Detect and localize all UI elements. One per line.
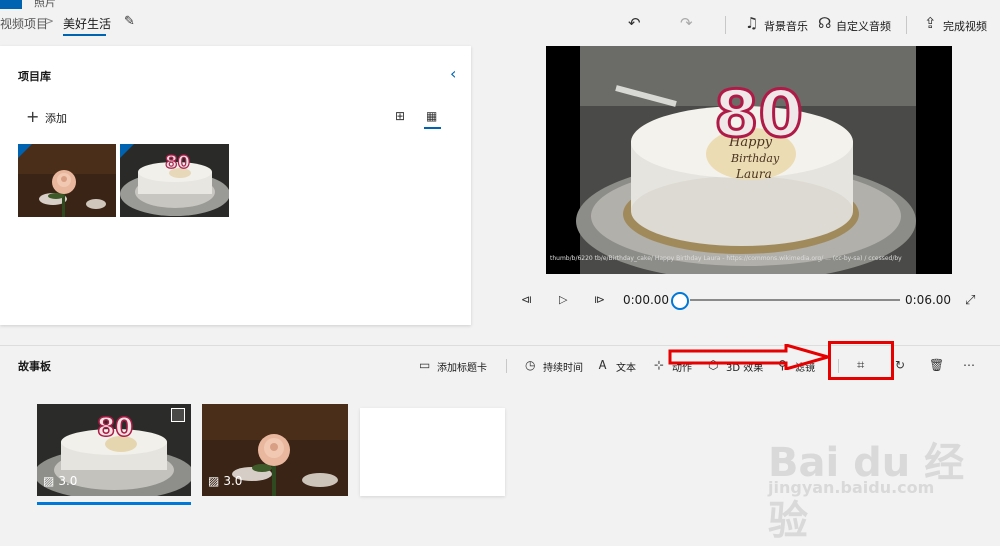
storyboard-clip-cake[interactable]: 80 ▨ 3.0: [37, 404, 191, 496]
motion-icon: ⊹: [654, 358, 665, 372]
selected-clip-indicator: [37, 502, 191, 505]
clock-icon: ◷: [525, 358, 536, 372]
current-time: 0:00.00: [623, 293, 670, 307]
image-icon: ▨: [43, 474, 55, 488]
view-selected-underline: [424, 127, 441, 129]
image-attribution-caption: thumb/b/6220 tb/e/Birthday_cake/ Happy B…: [550, 255, 902, 262]
svg-text:80: 80: [165, 152, 190, 173]
fullscreen-expand-icon[interactable]: ⤢: [965, 293, 975, 308]
storyboard-clip-rose[interactable]: ▨ 3.0: [202, 404, 348, 496]
toolbar-separator: [506, 359, 507, 373]
back-button[interactable]: [0, 0, 22, 9]
previous-frame-icon[interactable]: ⧏: [521, 293, 532, 306]
rotate-icon[interactable]: ↻: [895, 358, 905, 372]
text-button[interactable]: 文本: [616, 359, 636, 374]
library-thumb-rose[interactable]: [18, 144, 116, 217]
breadcrumb-previous[interactable]: 视频项目: [0, 15, 48, 32]
add-title-card-button[interactable]: 添加标题卡: [437, 359, 487, 374]
library-thumb-cake[interactable]: 80: [120, 144, 229, 217]
delete-trash-icon[interactable]: 🗑: [929, 358, 944, 372]
breadcrumb-current: 美好生活: [63, 17, 112, 31]
duration-button[interactable]: 持续时间: [543, 359, 583, 374]
clip-duration: ▨ 3.0: [208, 474, 242, 488]
background-music-button[interactable]: 背景音乐: [764, 18, 808, 34]
more-options-icon[interactable]: ⋯: [963, 358, 975, 372]
finish-video-button[interactable]: 完成视频: [943, 18, 987, 34]
baidu-watermark-url: jingyan.baidu.com: [768, 478, 935, 497]
selected-corner-badge: [18, 144, 32, 158]
breadcrumb-separator: >: [44, 14, 55, 28]
text-icon: Ꭺ: [599, 358, 608, 372]
preview-cake-image: Happy Birthday Laura 80: [546, 46, 952, 274]
custom-audio-button[interactable]: 自定义音频: [836, 18, 891, 34]
export-icon: ⇪: [924, 14, 937, 32]
toolbar-separator: [725, 16, 726, 34]
toolbar-separator: [906, 16, 907, 34]
total-time: 0:06.00: [905, 293, 952, 307]
selected-corner-badge: [120, 144, 134, 158]
next-frame-icon[interactable]: ⧐: [594, 293, 605, 306]
annotation-arrow: [668, 344, 830, 370]
rose-image: [18, 144, 116, 217]
seek-handle[interactable]: [671, 292, 689, 310]
custom-audio-icon: ☊: [818, 14, 832, 32]
rename-pencil-icon[interactable]: ✎: [124, 14, 135, 29]
play-icon[interactable]: ▷: [559, 293, 567, 306]
large-grid-view-icon[interactable]: ⊞: [395, 109, 405, 123]
music-note-icon: ♫: [745, 14, 759, 32]
clip-duration-value: 3.0: [58, 474, 78, 488]
storyboard-empty-slot[interactable]: [360, 408, 505, 496]
image-icon: ▨: [208, 474, 220, 488]
clip-duration: ▨ 3.0: [43, 474, 77, 488]
storyboard-title: 故事板: [18, 360, 51, 373]
annotation-highlight-box: [828, 341, 894, 380]
add-plus-icon[interactable]: +: [26, 107, 39, 126]
svg-text:Laura: Laura: [735, 167, 772, 181]
add-button[interactable]: 添加: [45, 110, 67, 126]
breadcrumb-underline: [63, 34, 106, 36]
video-preview: Happy Birthday Laura 80: [546, 46, 952, 274]
cake-image: 80: [120, 144, 229, 217]
svg-text:Birthday: Birthday: [730, 152, 780, 165]
undo-icon[interactable]: ↶: [628, 14, 641, 32]
clip-select-checkbox[interactable]: [171, 408, 185, 422]
title-card-icon: ▭: [419, 358, 431, 372]
redo-icon[interactable]: ↷: [680, 14, 693, 32]
project-library-title: 项目库: [18, 70, 51, 83]
clip-duration-value: 3.0: [223, 474, 243, 488]
collapse-chevron-icon[interactable]: ‹: [450, 64, 456, 83]
seek-track[interactable]: [690, 299, 900, 301]
app-title: 照片: [34, 0, 56, 9]
svg-text:80: 80: [97, 413, 133, 443]
small-grid-view-icon[interactable]: ▦: [426, 109, 437, 123]
svg-text:80: 80: [714, 78, 803, 152]
